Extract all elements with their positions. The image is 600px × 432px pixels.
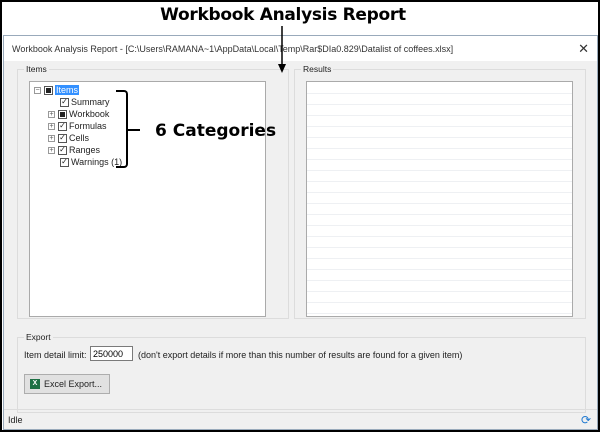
- items-tree[interactable]: − Items ✓ Summary + Workbook + ✓ Formulas + ✓ C…: [29, 81, 266, 317]
- item-detail-limit-label: Item detail limit:: [24, 350, 87, 360]
- annotation-title: Workbook Analysis Report: [160, 5, 406, 25]
- tree-node-cells[interactable]: + ✓ Cells: [48, 132, 89, 144]
- results-row-line: [307, 236, 572, 237]
- results-row-line: [307, 258, 572, 259]
- results-group-label: Results: [301, 64, 334, 74]
- results-row-line: [307, 126, 572, 127]
- results-row-line: [307, 115, 572, 116]
- excel-icon: X: [30, 379, 40, 389]
- results-row-line: [307, 93, 572, 94]
- dialog-window: Workbook Analysis Report - [C:\Users\RAM…: [3, 35, 598, 430]
- results-row-line: [307, 203, 572, 204]
- tree-node-label: Items: [55, 85, 80, 95]
- results-row-line: [307, 104, 572, 105]
- results-row-line: [307, 313, 572, 314]
- excel-export-button[interactable]: X Excel Export...: [24, 374, 110, 394]
- checkbox-partial-icon[interactable]: [44, 85, 53, 95]
- expand-icon[interactable]: +: [48, 122, 55, 130]
- export-group-label: Export: [24, 332, 53, 342]
- annotation-arrow: [278, 26, 286, 73]
- tree-node-label: Cells: [69, 133, 90, 143]
- item-detail-limit-input[interactable]: [90, 346, 133, 361]
- results-row-line: [307, 280, 572, 281]
- results-row-line: [307, 148, 572, 149]
- tree-node-label: Warnings (1): [71, 157, 123, 167]
- refresh-icon: ⟳: [580, 412, 591, 427]
- results-row-line: [307, 137, 572, 138]
- checkbox-checked-icon[interactable]: ✓: [58, 121, 67, 131]
- checkbox-checked-icon[interactable]: ✓: [60, 157, 69, 167]
- checkbox-checked-icon[interactable]: ✓: [58, 133, 67, 143]
- title-bar: Workbook Analysis Report - [C:\Users\RAM…: [4, 36, 597, 61]
- tree-node-warnings[interactable]: ✓ Warnings (1): [60, 156, 122, 168]
- results-row-line: [307, 192, 572, 193]
- results-row-line: [307, 170, 572, 171]
- results-row-line: [307, 159, 572, 160]
- excel-export-label: Excel Export...: [44, 379, 103, 389]
- annotation-categories: 6 Categories: [155, 121, 277, 141]
- results-row-line: [307, 302, 572, 303]
- results-list[interactable]: [306, 81, 573, 317]
- expand-icon[interactable]: +: [48, 146, 55, 154]
- status-text: Idle: [8, 414, 23, 425]
- close-icon[interactable]: ✕: [578, 41, 589, 57]
- tree-node-label: Ranges: [69, 145, 101, 155]
- status-bar: Idle ⟳: [4, 409, 597, 429]
- checkbox-checked-icon[interactable]: ✓: [60, 97, 69, 107]
- collapse-icon[interactable]: −: [34, 86, 41, 94]
- results-row-line: [307, 214, 572, 215]
- tree-node-label: Summary: [71, 97, 110, 107]
- tree-node-items[interactable]: − Items: [34, 84, 80, 96]
- results-row-line: [307, 247, 572, 248]
- tree-node-label: Workbook: [69, 109, 110, 119]
- tree-node-formulas[interactable]: + ✓ Formulas: [48, 120, 107, 132]
- results-row-line: [307, 225, 572, 226]
- tree-node-summary[interactable]: ✓ Summary: [60, 96, 110, 108]
- expand-icon[interactable]: +: [48, 110, 55, 118]
- tree-node-label: Formulas: [69, 121, 107, 131]
- item-detail-limit-hint: (don't export details if more than this …: [138, 350, 463, 360]
- tree-node-workbook[interactable]: + Workbook: [48, 108, 109, 120]
- results-row-line: [307, 181, 572, 182]
- items-group-label: Items: [24, 64, 49, 74]
- tree-node-ranges[interactable]: + ✓ Ranges: [48, 144, 100, 156]
- results-row-line: [307, 269, 572, 270]
- results-row-line: [307, 291, 572, 292]
- checkbox-partial-icon[interactable]: [58, 109, 67, 119]
- expand-icon[interactable]: +: [48, 134, 55, 142]
- annotation-bracket: [116, 90, 140, 168]
- checkbox-checked-icon[interactable]: ✓: [58, 145, 67, 155]
